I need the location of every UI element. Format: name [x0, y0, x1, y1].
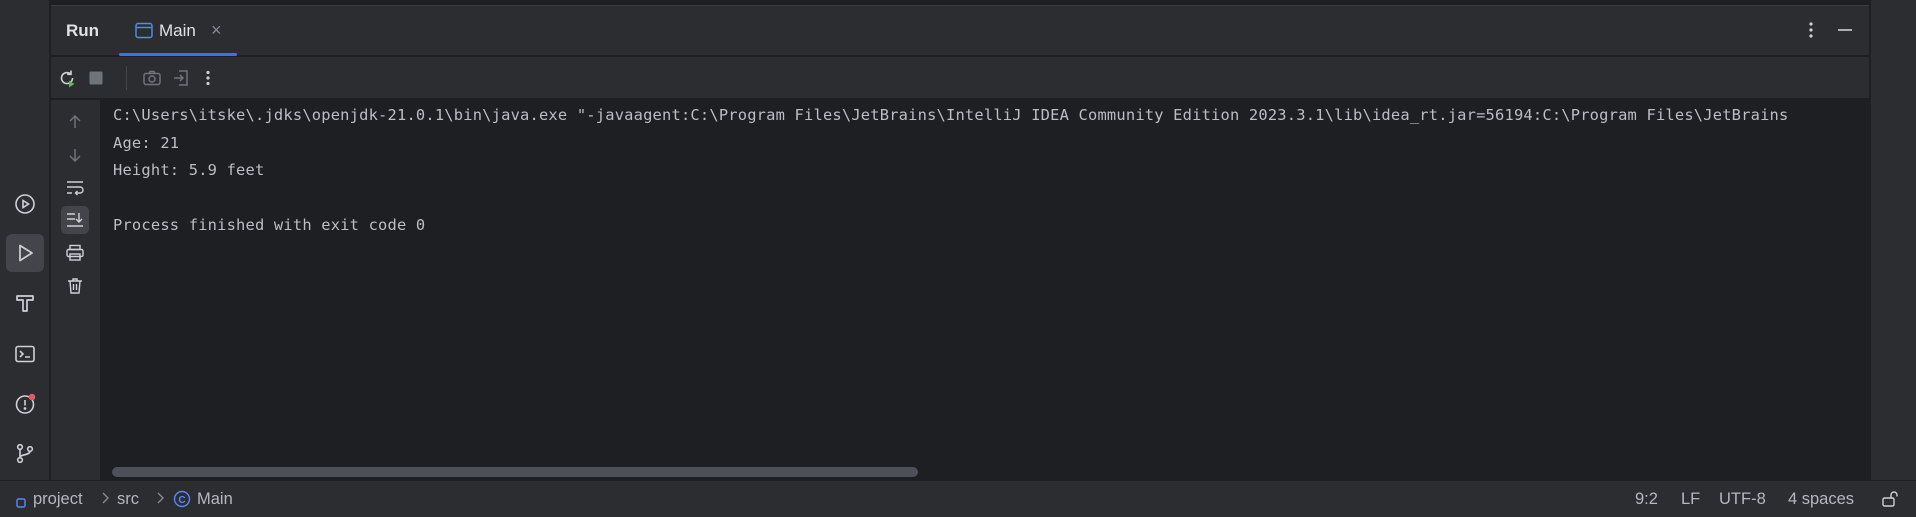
run-icon[interactable] — [6, 234, 44, 272]
soft-wrap-icon[interactable] — [61, 174, 89, 202]
toolbar-separator — [126, 66, 127, 90]
git-icon[interactable] — [6, 434, 44, 472]
status-bar: project src C Main 9:2 LF UTF-8 4 spaces — [0, 480, 1916, 517]
right-tool-stripe — [1870, 0, 1916, 480]
more-options-icon[interactable] — [1801, 18, 1821, 42]
breadcrumb-src[interactable]: src — [117, 490, 139, 509]
console-line-height: Height: 5.9 feet — [113, 161, 265, 179]
terminal-icon[interactable] — [6, 335, 44, 373]
problems-icon[interactable] — [6, 385, 44, 423]
console-output[interactable]: C:\Users\itske\.jdks\openjdk-21.0.1\bin\… — [102, 100, 1869, 480]
caret-position[interactable]: 9:2 — [1635, 490, 1658, 509]
chevron-right-icon — [155, 491, 165, 509]
run-toolbar — [51, 57, 1869, 99]
build-icon[interactable] — [6, 284, 44, 322]
hide-tool-window-icon[interactable] — [1835, 18, 1855, 42]
rerun-icon[interactable] — [54, 65, 80, 91]
arrow-down-icon[interactable] — [61, 141, 89, 169]
scroll-to-end-icon[interactable] — [61, 206, 89, 234]
more-vertical-icon[interactable] — [195, 65, 221, 91]
lock-open-icon[interactable] — [1880, 489, 1900, 514]
left-tool-stripe — [0, 0, 50, 480]
class-glyph: C — [178, 495, 185, 506]
tab-main[interactable]: Main × — [121, 6, 238, 56]
screenshot-icon[interactable] — [139, 65, 165, 91]
breadcrumb-main[interactable]: Main — [197, 490, 233, 509]
print-icon[interactable] — [61, 239, 89, 267]
tab-close-icon[interactable]: × — [211, 20, 222, 41]
application-window-icon — [135, 22, 153, 39]
tab-selected-indicator — [119, 53, 237, 56]
file-encoding[interactable]: UTF-8 — [1719, 490, 1766, 509]
exit-icon[interactable] — [168, 65, 194, 91]
line-separator[interactable]: LF — [1681, 490, 1700, 509]
run-services-icon[interactable] — [6, 185, 44, 223]
console-actions-gutter — [51, 100, 101, 480]
tool-window-title: Run — [66, 21, 100, 40]
stop-icon[interactable] — [83, 65, 109, 91]
console-line-age: Age: 21 — [113, 134, 180, 152]
class-icon: C — [173, 490, 191, 513]
console-line-command: C:\Users\itske\.jdks\openjdk-21.0.1\bin\… — [113, 106, 1789, 124]
console-line-exit: Process finished with exit code 0 — [113, 216, 426, 234]
horizontal-scrollbar[interactable] — [112, 467, 918, 477]
tab-main-label: Main — [159, 21, 196, 40]
project-icon — [16, 494, 26, 513]
trash-icon[interactable] — [61, 272, 89, 300]
chevron-right-icon — [100, 491, 110, 509]
run-tool-window-header: Run Main × — [51, 6, 1869, 56]
arrow-up-icon[interactable] — [61, 108, 89, 136]
breadcrumb-project[interactable]: project — [33, 490, 83, 509]
indent-setting[interactable]: 4 spaces — [1788, 490, 1854, 509]
